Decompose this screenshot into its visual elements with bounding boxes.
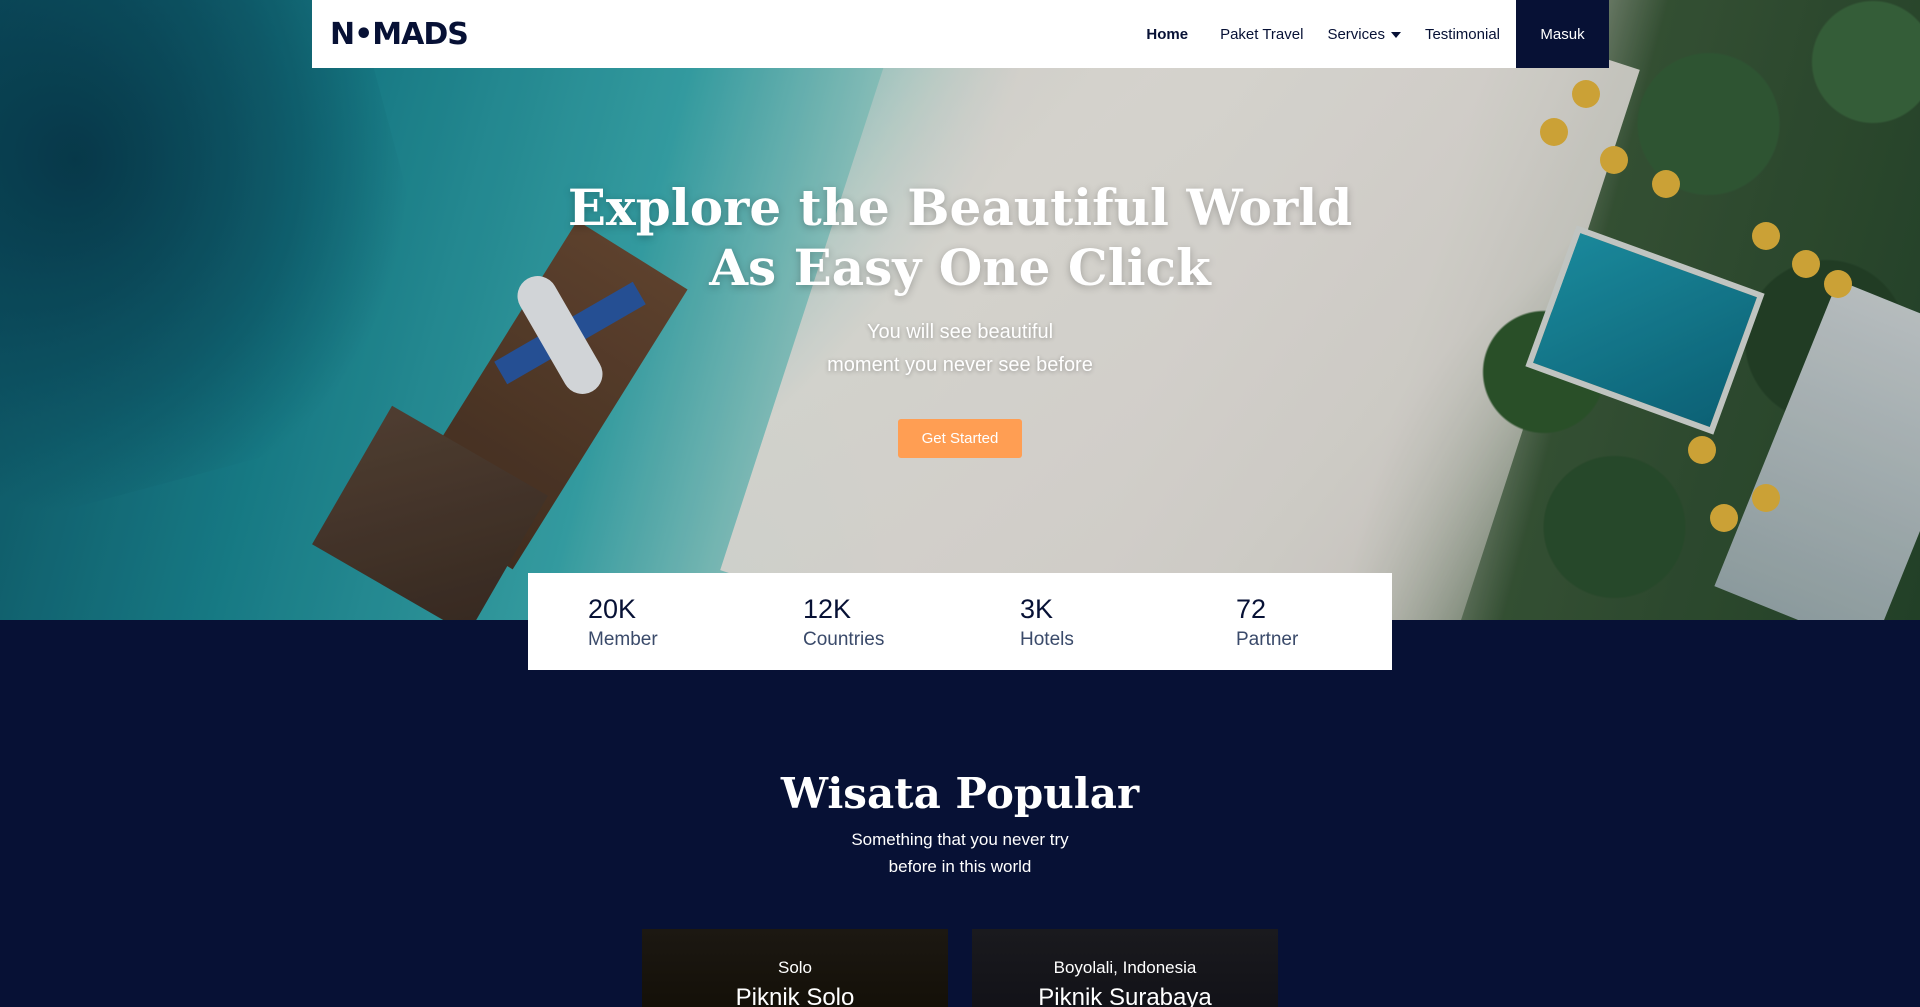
nav-link-services[interactable]: Services [1327,26,1401,43]
card-name: Piknik Solo [735,984,855,1007]
card-location: Solo [777,958,813,977]
stat-value: 12K [803,594,852,624]
hero-subtitle-line-1: You will see beautiful [866,321,1054,343]
navbar: N•MADS Home Paket Travel Services Testim… [312,0,1609,68]
nav-link-paket-travel[interactable]: Paket Travel [1220,26,1303,43]
stat-member: 20K Member [588,593,658,653]
nav-link-testimonial[interactable]: Testimonial [1425,26,1500,43]
travel-card-surabaya[interactable]: Boyolali, Indonesia Piknik Surabaya [972,929,1278,1007]
stat-value: 72 [1236,594,1267,624]
card-name: Piknik Surabaya [1038,984,1212,1007]
popular-section-subtitle: Something that you never try before in t… [710,826,1210,880]
brand-logo[interactable]: N•MADS [330,17,469,52]
card-location: Boyolali, Indonesia [1053,958,1197,977]
hero-title: Explore the Beautiful World As Easy One … [460,178,1460,298]
hero-subtitle-line-2: moment you never see before [827,354,1093,376]
stats-panel: 20K Member 12K Countries 3K Hotels 72 Pa… [528,573,1392,670]
nav-links: Home Paket Travel Services Testimonial M… [1146,0,1609,68]
stat-label: Partner [1236,629,1299,650]
caret-down-icon [1390,31,1401,38]
stat-partner: 72 Partner [1236,593,1298,653]
hero-subtitle: You will see beautiful moment you never … [660,316,1260,382]
popular-section-title: Wisata Popular [780,769,1140,818]
nav-link-home[interactable]: Home [1146,26,1188,43]
nav-link-services-label: Services [1327,25,1385,43]
popular-subtitle-line-1: Something that you never try [851,830,1069,849]
stat-value: 20K [588,594,637,624]
travel-card-solo[interactable]: Solo Piknik Solo [642,929,948,1007]
stat-label: Hotels [1020,629,1074,650]
popular-subtitle-line-2: before in this world [888,857,1032,876]
stat-value: 3K [1020,594,1054,624]
hero-title-line-1: Explore the Beautiful World [567,178,1353,237]
stat-label: Countries [803,629,885,650]
stat-hotels: 3K Hotels [1020,593,1074,653]
stat-countries: 12K Countries [803,593,884,653]
hero-title-line-2: As Easy One Click [709,238,1211,297]
get-started-button[interactable]: Get Started [898,419,1022,458]
login-button[interactable]: Masuk [1516,0,1609,68]
hero-background-image [0,0,1920,620]
stat-label: Member [588,629,658,650]
